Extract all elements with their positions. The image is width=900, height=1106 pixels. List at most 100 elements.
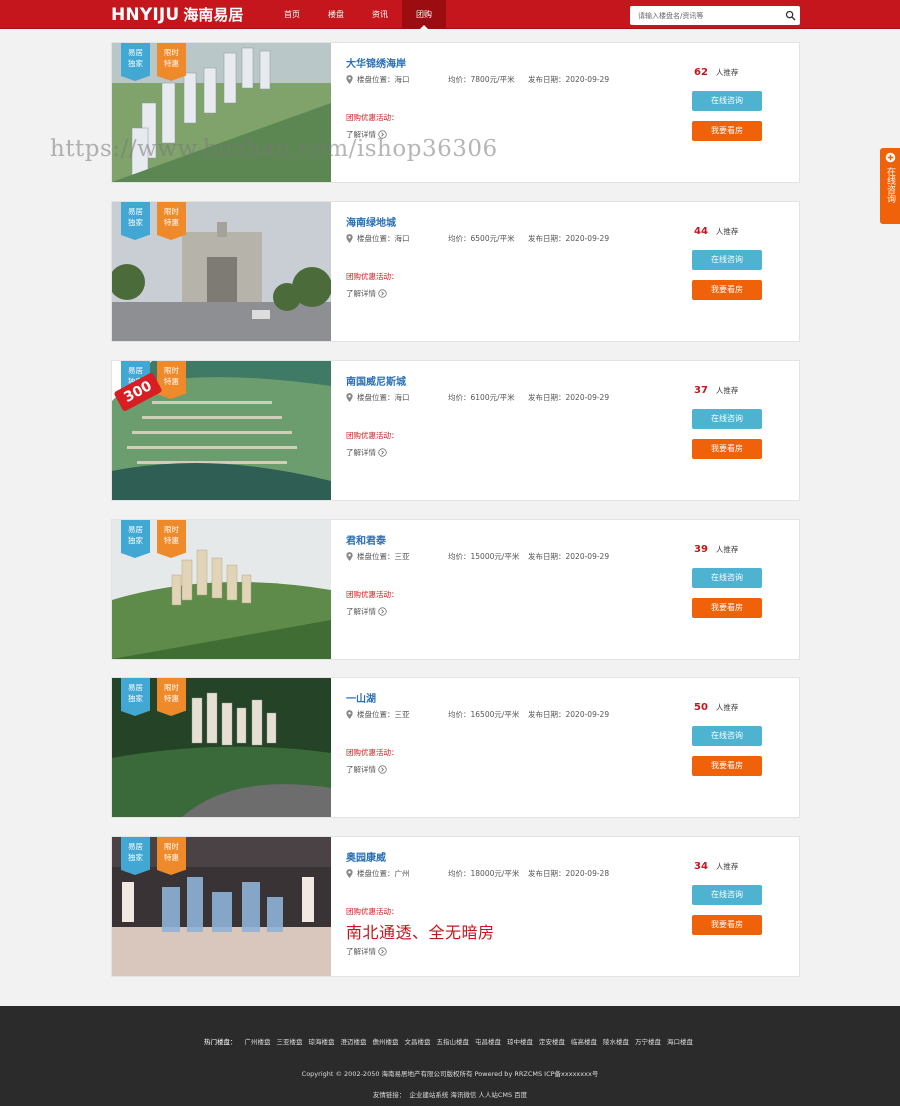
listing-title[interactable]: 大华锦绣海岸 bbox=[346, 55, 406, 70]
footer-city-link[interactable]: 琼中楼盘 bbox=[507, 1038, 533, 1046]
tag-text: 限时 bbox=[164, 207, 179, 216]
price-prefix: 均价： bbox=[448, 75, 471, 84]
search-input[interactable] bbox=[630, 6, 780, 25]
listing-location: 楼盘位置：海口 bbox=[357, 74, 448, 85]
visit-button[interactable]: 我要看房 bbox=[692, 439, 762, 459]
recommend-number: 44 bbox=[694, 226, 708, 237]
search-icon[interactable] bbox=[785, 10, 796, 21]
visit-button[interactable]: 我要看房 bbox=[692, 280, 762, 300]
limited-offer-tag: 限时 特惠 bbox=[157, 43, 186, 81]
listing-title[interactable]: 南国威尼斯城 bbox=[346, 373, 406, 388]
recommend-count: 37 人推荐 bbox=[694, 385, 738, 396]
logo-text-cn: 海南易居 bbox=[183, 6, 244, 24]
footer-city-link[interactable]: 广州楼盘 bbox=[245, 1038, 271, 1046]
date-value: 2020-09-29 bbox=[565, 234, 610, 243]
location-value: 海口 bbox=[394, 75, 410, 84]
footer-friend-link[interactable]: 海讯微信 bbox=[450, 1091, 476, 1099]
listing-card-5: 易居 独家 限时 特惠 一山湖 楼盘位置：三亚 均价：16500元/平米 发布日期：2020-… bbox=[111, 677, 800, 818]
listing-meta: 楼盘位置：三亚 均价：16500元/平米 发布日期：2020-09-29 bbox=[346, 709, 609, 720]
visit-button[interactable]: 我要看房 bbox=[692, 598, 762, 618]
nav-item-group-buy[interactable]: 团购 bbox=[402, 0, 446, 29]
consult-button[interactable]: 在线咨询 bbox=[692, 726, 762, 746]
recommend-count: 34 人推荐 bbox=[694, 861, 738, 872]
footer-city-link[interactable]: 陵水楼盘 bbox=[603, 1038, 629, 1046]
listing-title[interactable]: 奥园康威 bbox=[346, 849, 386, 864]
footer-city-link[interactable]: 琼海楼盘 bbox=[309, 1038, 335, 1046]
recommend-count: 62 人推荐 bbox=[694, 67, 738, 78]
listing-title[interactable]: 一山湖 bbox=[346, 690, 376, 705]
footer-city-link[interactable]: 万宁楼盘 bbox=[635, 1038, 661, 1046]
consult-button[interactable]: 在线咨询 bbox=[692, 409, 762, 429]
footer-friend-link[interactable]: 百度 bbox=[514, 1091, 527, 1099]
consult-button[interactable]: 在线咨询 bbox=[692, 91, 762, 111]
exclusive-tag: 易居独家 bbox=[121, 520, 150, 558]
location-prefix: 楼盘位置： bbox=[357, 869, 395, 878]
footer-city-link[interactable]: 海口楼盘 bbox=[667, 1038, 693, 1046]
footer-city-link[interactable]: 文昌楼盘 bbox=[405, 1038, 431, 1046]
consult-button[interactable]: 在线咨询 bbox=[692, 885, 762, 905]
footer-city-link[interactable]: 屯昌楼盘 bbox=[475, 1038, 501, 1046]
details-link[interactable]: 了解详情 bbox=[346, 606, 387, 617]
listing-photo[interactable]: 易居 独家 限时 特惠 bbox=[112, 520, 331, 659]
side-consult-tab[interactable]: 在线咨询 bbox=[880, 148, 900, 224]
tag-text: 特惠 bbox=[164, 377, 179, 386]
nav-item-properties[interactable]: 楼盘 bbox=[314, 0, 358, 29]
tag-text: 易居 bbox=[128, 525, 143, 534]
nav-item-news[interactable]: 资讯 bbox=[358, 0, 402, 29]
nav-item-home[interactable]: 首页 bbox=[270, 0, 314, 29]
listing-photo[interactable]: 易居 独家 限时 特惠 bbox=[112, 202, 331, 341]
plus-circle-icon bbox=[885, 152, 895, 163]
visit-button[interactable]: 我要看房 bbox=[692, 915, 762, 935]
recommend-label: 人推荐 bbox=[715, 386, 739, 395]
footer-city-link[interactable]: 儋州楼盘 bbox=[373, 1038, 399, 1046]
visit-button[interactable]: 我要看房 bbox=[692, 121, 762, 141]
listing-photo[interactable]: 易居独家限时特惠300 bbox=[112, 361, 331, 500]
recommend-label: 人推荐 bbox=[715, 703, 739, 712]
listing-title[interactable]: 君和君泰 bbox=[346, 532, 386, 547]
footer-city-link[interactable]: 定安楼盘 bbox=[539, 1038, 565, 1046]
tag-text: 易居 bbox=[128, 683, 143, 692]
tag-text: 易居 bbox=[128, 366, 143, 375]
footer-city-link[interactable]: 五指山楼盘 bbox=[437, 1038, 470, 1046]
footer-copyright: Copyright © 2002-2050 海南易居地产有限公司版权所有 Pow… bbox=[301, 1070, 599, 1078]
date-prefix: 发布日期： bbox=[528, 869, 566, 878]
footer-cities-lead: 热门楼盘： bbox=[203, 1038, 237, 1046]
tag-text: 特惠 bbox=[164, 59, 179, 68]
listing-price: 均价：7800元/平米 bbox=[448, 74, 528, 85]
footer-links-lead: 友情链接： bbox=[372, 1091, 406, 1099]
listing-location: 楼盘位置：广州 bbox=[357, 868, 448, 879]
listing-card-4: 易居 独家 限时 特惠 君和君泰 楼盘位置：三亚 均价：15000元/平米 发布日期：2020… bbox=[111, 519, 800, 660]
date-value: 2020-09-28 bbox=[565, 869, 610, 878]
footer-city-link[interactable]: 三亚楼盘 bbox=[277, 1038, 303, 1046]
listing-photo[interactable]: 易居 独家 限时 特惠 bbox=[112, 837, 331, 976]
listing-date: 发布日期：2020-09-29 bbox=[528, 551, 609, 562]
recommend-count: 39 人推荐 bbox=[694, 544, 738, 555]
listing-price: 均价：15000元/平米 bbox=[448, 551, 528, 562]
tag-text: 限时 bbox=[164, 683, 179, 692]
details-link[interactable]: 了解详情 bbox=[346, 288, 387, 299]
visit-button[interactable]: 我要看房 bbox=[692, 756, 762, 776]
date-value: 2020-09-29 bbox=[565, 393, 610, 402]
exclusive-tag: 易居独家 bbox=[121, 43, 150, 81]
price-prefix: 均价： bbox=[448, 869, 471, 878]
promo-label: 团购优惠活动： bbox=[346, 272, 399, 281]
footer-friend-link[interactable]: 企业建站系统 bbox=[409, 1091, 448, 1099]
details-link[interactable]: 了解详情 bbox=[346, 946, 387, 957]
tag-text: 独家 bbox=[128, 536, 143, 545]
details-link[interactable]: 了解详情 bbox=[346, 764, 387, 775]
site-logo[interactable]: HNYIJU 海南易居 bbox=[111, 4, 243, 25]
listing-title[interactable]: 海南绿地城 bbox=[346, 214, 396, 229]
location-value: 三亚 bbox=[394, 710, 410, 719]
consult-button[interactable]: 在线咨询 bbox=[692, 568, 762, 588]
side-consult-label: 在线咨询 bbox=[885, 167, 895, 203]
listing-photo[interactable]: 易居 独家 限时 特惠 bbox=[112, 678, 331, 817]
search-box bbox=[630, 6, 800, 25]
listing-price: 均价：16500元/平米 bbox=[448, 709, 528, 720]
details-link[interactable]: 了解详情 bbox=[346, 447, 387, 458]
footer-city-link[interactable]: 澄迈楼盘 bbox=[341, 1038, 367, 1046]
location-pin-icon bbox=[346, 710, 353, 719]
footer-city-link[interactable]: 临高楼盘 bbox=[571, 1038, 597, 1046]
tag-text: 特惠 bbox=[164, 853, 179, 862]
consult-button[interactable]: 在线咨询 bbox=[692, 250, 762, 270]
footer-friend-link[interactable]: 人人站CMS bbox=[478, 1091, 512, 1099]
